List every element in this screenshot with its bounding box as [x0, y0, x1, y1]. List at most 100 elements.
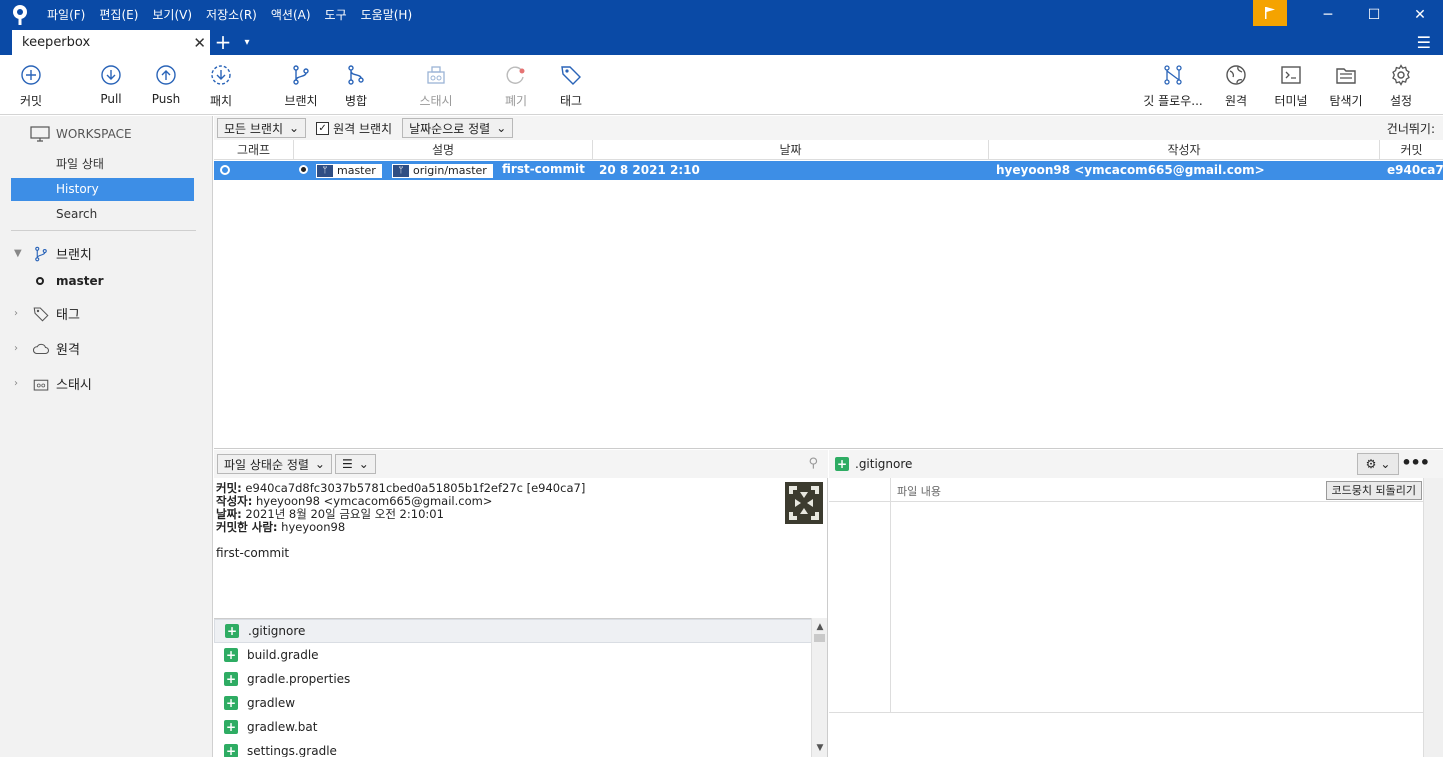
- commit-plus-icon: [21, 65, 41, 85]
- menu-file[interactable]: 파일(F): [40, 0, 92, 30]
- fetch-icon: [211, 65, 231, 85]
- gitflow-icon: [1164, 65, 1182, 85]
- gitflow-button[interactable]: 깃 플로우...: [1143, 63, 1203, 109]
- diff-scrollbar[interactable]: [1423, 478, 1443, 757]
- menu-repository[interactable]: 저장소(R): [199, 0, 264, 30]
- column-description[interactable]: 설명: [294, 140, 593, 160]
- merge-button[interactable]: 병합: [326, 63, 386, 109]
- pull-button[interactable]: Pull: [81, 63, 141, 106]
- terminal-button[interactable]: 터미널: [1261, 63, 1321, 109]
- diff-options-dropdown[interactable]: ⚙ ⌄: [1357, 453, 1399, 475]
- graph-node-icon: [220, 165, 230, 175]
- branch-icon: [293, 65, 309, 85]
- list-icon: ☰: [341, 457, 353, 471]
- repo-tab[interactable]: keeperbox ✕: [12, 30, 210, 55]
- sidebar-divider: [11, 230, 196, 231]
- details-toolbar: 파일 상태순 정렬 ⌄ ☰ ⌄ ⚲: [214, 450, 828, 478]
- settings-button[interactable]: 설정: [1371, 63, 1431, 109]
- scroll-up-icon[interactable]: ▲: [812, 620, 828, 634]
- maximize-button[interactable]: ☐: [1351, 0, 1397, 30]
- sidebar-group-tags[interactable]: › 태그: [14, 304, 80, 323]
- list-item[interactable]: + gradlew.bat: [214, 715, 812, 739]
- ref-label-origin-master: ᛘ origin/master: [392, 164, 493, 178]
- fetch-button[interactable]: 패치: [191, 63, 251, 109]
- column-date[interactable]: 날짜: [593, 140, 989, 160]
- menu-tools[interactable]: 도구: [318, 0, 354, 30]
- file-added-icon: +: [224, 696, 238, 710]
- sidebar-group-branches[interactable]: ▼ 브랜치: [14, 244, 92, 263]
- list-item[interactable]: + gradlew: [214, 691, 812, 715]
- view-mode-dropdown[interactable]: ☰ ⌄: [334, 454, 376, 474]
- revert-hunk-button[interactable]: 코드뭉치 되돌리기: [1325, 481, 1422, 500]
- tag-button[interactable]: 태그: [541, 63, 601, 109]
- commit-row[interactable]: ᛘ master ᛘ origin/master first-commit 20…: [214, 161, 1443, 180]
- diff-file-name: .gitignore: [855, 457, 913, 471]
- sidebar: WORKSPACE 파일 상태 History Search ▼ 브랜치 mas…: [0, 116, 213, 757]
- close-window-button[interactable]: ✕: [1397, 0, 1443, 30]
- remote-branches-checkbox[interactable]: ✓ 원격 브랜치: [316, 120, 392, 137]
- gear-icon: ⚙: [1365, 457, 1377, 471]
- jump-to-label[interactable]: 건너뛰기:: [1387, 120, 1435, 137]
- commit-full-hash: e940ca7d8fc3037b5781cbed0a51805b1f2ef27c…: [245, 481, 586, 495]
- chevron-down-icon: ⌄: [358, 457, 369, 471]
- avatar: [785, 482, 823, 524]
- list-item[interactable]: + settings.gradle: [214, 739, 812, 757]
- pull-arrow-down-icon: [101, 65, 121, 85]
- menu-actions[interactable]: 액션(A): [264, 0, 318, 30]
- new-tab-button[interactable]: +: [210, 30, 236, 55]
- stash-button[interactable]: 스태시: [406, 63, 466, 109]
- scroll-down-icon[interactable]: ▼: [812, 741, 828, 755]
- remote-button[interactable]: 원격: [1206, 63, 1266, 109]
- column-author[interactable]: 작성자: [989, 140, 1380, 160]
- menu-edit[interactable]: 편집(E): [92, 0, 145, 30]
- stash-icon: [33, 379, 49, 391]
- date-value: 2021년 8월 20일 금요일 오전 2:10:01: [245, 507, 444, 521]
- branch-filter-dropdown[interactable]: 모든 브랜치 ⌄: [217, 118, 307, 138]
- sidebar-group-stashes[interactable]: › 스태시: [14, 374, 92, 393]
- chevron-down-icon: ▼: [14, 248, 22, 259]
- monitor-icon: [30, 126, 50, 142]
- list-item[interactable]: + build.gradle: [214, 643, 812, 667]
- scrollbar-thumb[interactable]: [814, 634, 825, 642]
- merge-icon: [348, 65, 364, 85]
- tab-bar: keeperbox ✕ + ▾ ☰: [0, 30, 1443, 55]
- column-commit[interactable]: 커밋: [1380, 140, 1443, 160]
- hamburger-menu-icon[interactable]: ☰: [1417, 30, 1431, 55]
- current-branch-icon: [36, 277, 44, 285]
- sidebar-group-remotes[interactable]: › 원격: [14, 339, 80, 358]
- list-item[interactable]: + .gitignore: [214, 619, 812, 643]
- sort-order-dropdown[interactable]: 날짜순으로 정렬 ⌄: [402, 118, 514, 138]
- explorer-button[interactable]: 탐색기: [1316, 63, 1376, 109]
- minimize-button[interactable]: ─: [1305, 0, 1351, 30]
- commit-author: hyeyoon98 <ymcacom665@gmail.com>: [996, 163, 1265, 177]
- file-sort-dropdown[interactable]: 파일 상태순 정렬 ⌄: [217, 454, 332, 474]
- title-bar: 파일(F) 편집(E) 보기(V) 저장소(R) 액션(A) 도구 도움말(H)…: [0, 0, 1443, 30]
- file-added-icon: +: [835, 457, 849, 471]
- sourcetree-logo-icon[interactable]: [0, 0, 40, 30]
- menu-view[interactable]: 보기(V): [145, 0, 199, 30]
- terminal-icon: [1281, 66, 1301, 84]
- search-icon[interactable]: ⚲: [808, 456, 818, 471]
- list-item[interactable]: + gradle.properties: [214, 667, 812, 691]
- checkbox-checked-icon: ✓: [316, 121, 330, 135]
- menu-help[interactable]: 도움말(H): [354, 0, 420, 30]
- more-options-button[interactable]: •••: [1401, 453, 1430, 472]
- push-button[interactable]: Push: [136, 63, 196, 106]
- sidebar-item-file-status[interactable]: 파일 상태: [11, 153, 194, 176]
- commit-list: [214, 180, 1443, 449]
- column-graph[interactable]: 그래프: [214, 140, 294, 160]
- flag-icon[interactable]: [1253, 0, 1287, 26]
- commit-button[interactable]: 커밋: [1, 63, 61, 109]
- commit-full-message: first-commit: [216, 546, 290, 560]
- discard-button[interactable]: 폐기: [486, 63, 546, 109]
- file-list-scrollbar[interactable]: ▲ ▼: [811, 618, 827, 757]
- sidebar-item-history[interactable]: History: [11, 178, 194, 201]
- close-tab-icon[interactable]: ✕: [193, 34, 206, 52]
- commit-list-header: 그래프 설명 날짜 작성자 커밋: [214, 140, 1443, 160]
- branch-button[interactable]: 브랜치: [271, 63, 331, 109]
- file-added-icon: +: [224, 648, 238, 662]
- tab-list-dropdown[interactable]: ▾: [236, 30, 258, 55]
- history-filter-bar: 모든 브랜치 ⌄ ✓ 원격 브랜치 날짜순으로 정렬 ⌄ 건너뛰기:: [214, 116, 1443, 140]
- sidebar-item-search[interactable]: Search: [11, 203, 194, 226]
- sidebar-branch-master[interactable]: master: [36, 274, 104, 288]
